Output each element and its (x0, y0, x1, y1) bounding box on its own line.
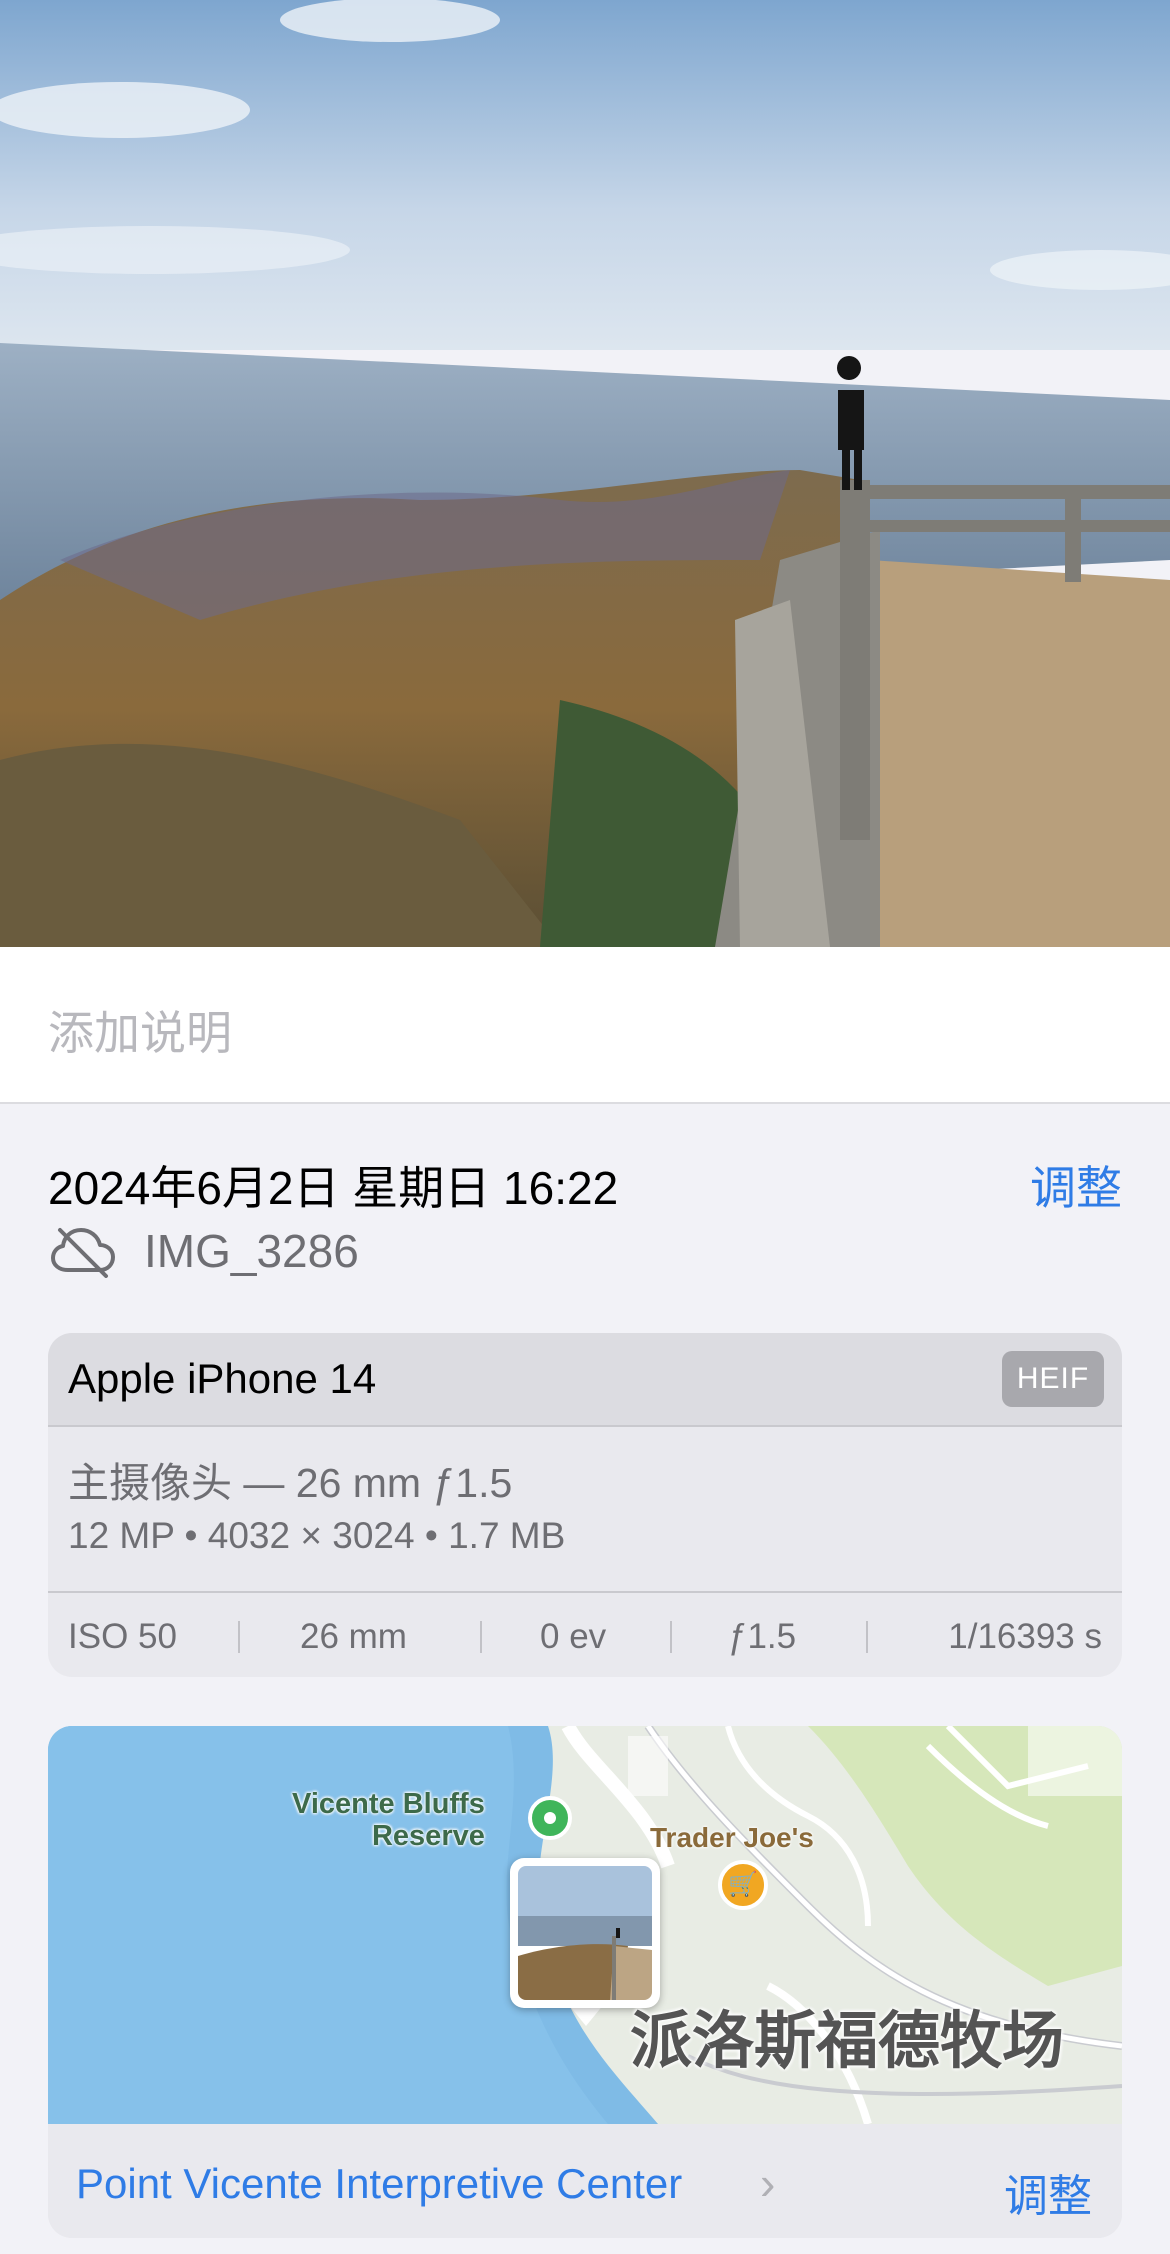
exif-focal-length: 26 mm (300, 1617, 407, 1656)
map-label-ranch: 派洛斯福德牧场 (630, 2007, 1065, 2076)
photo-datetime: 2024年6月2日 星期日 16:22 (48, 1162, 619, 1214)
caption-field[interactable]: 添加说明 (0, 947, 1170, 1104)
map-label-reserve-line1: Vicente Bluffs (292, 1788, 485, 1820)
cloud-off-icon (51, 1228, 115, 1278)
exif-iso: ISO 50 (68, 1617, 177, 1656)
map-label-reserve-line2: Reserve (371, 1820, 485, 1852)
file-name: IMG_3286 (144, 1225, 359, 1277)
exif-divider (866, 1621, 868, 1653)
exif-shutter: 1/16393 s (948, 1617, 1102, 1656)
camera-info-card: Apple iPhone 14 HEIF 主摄像头 — 26 mm ƒ1.5 1… (48, 1333, 1122, 1677)
lens-info: 主摄像头 — 26 mm ƒ1.5 (68, 1460, 513, 1506)
exif-exposure: 0 ev (540, 1617, 607, 1656)
device-name: Apple iPhone 14 (68, 1355, 377, 1402)
exif-divider (670, 1621, 672, 1653)
park-pin-icon[interactable] (528, 1796, 572, 1840)
adjust-datetime-button[interactable]: 调整 (1030, 1152, 1122, 1218)
photo-location-thumbnail[interactable] (510, 1858, 660, 2008)
format-badge: HEIF (1002, 1351, 1104, 1407)
shopping-cart-icon[interactable]: 🛒 (718, 1860, 768, 1910)
camera-header: Apple iPhone 14 HEIF (48, 1333, 1122, 1427)
location-footer: Point Vicente Interpretive Center › 调整 (48, 2124, 1122, 2238)
image-specs: 12 MP • 4032 × 3024 • 1.7 MB (68, 1515, 566, 1556)
chevron-right-icon[interactable]: › (760, 2156, 775, 2210)
exif-aperture: ƒ1.5 (728, 1617, 797, 1656)
map-label-reserve: Vicente Bluffs Reserve (292, 1788, 485, 1852)
location-link[interactable]: Point Vicente Interpretive Center (76, 2160, 682, 2208)
map-label-store: Trader Joe's (650, 1822, 814, 1853)
photo-viewer[interactable] (0, 0, 1170, 947)
location-map[interactable]: Vicente Bluffs Reserve Trader Joe's 🛒 派洛… (48, 1726, 1122, 2124)
exif-row: ISO 50 26 mm 0 ev ƒ1.5 1/16393 s (48, 1591, 1122, 1677)
exif-divider (480, 1621, 482, 1653)
photo-image (0, 0, 1170, 947)
location-map-card: Vicente Bluffs Reserve Trader Joe's 🛒 派洛… (48, 1726, 1122, 2238)
caption-placeholder[interactable]: 添加说明 (48, 997, 232, 1063)
thumbnail-image (518, 1866, 652, 2000)
exif-divider (238, 1621, 240, 1653)
adjust-location-button[interactable]: 调整 (1004, 2160, 1092, 2224)
